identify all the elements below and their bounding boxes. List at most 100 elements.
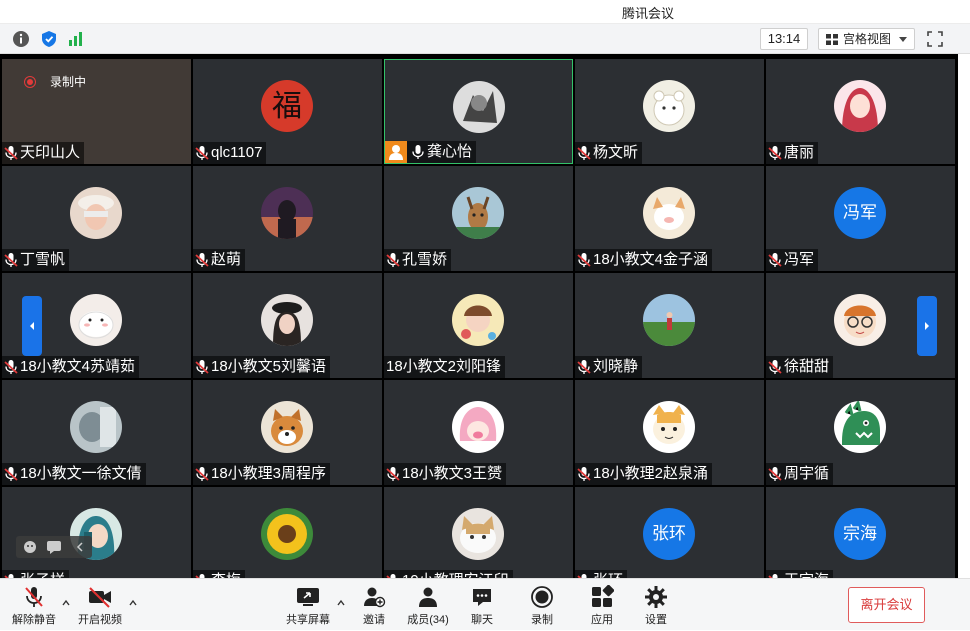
- mic-muted-icon: [4, 467, 18, 481]
- settings-button[interactable]: 设置: [636, 579, 676, 631]
- participant-tile[interactable]: 18小教文5刘馨语: [193, 273, 382, 378]
- unmute-button[interactable]: 解除静音: [8, 579, 60, 631]
- next-page-button[interactable]: [917, 296, 937, 356]
- meeting-info-bar: 13:14 宫格视图: [0, 24, 970, 54]
- avatar: 宗海: [834, 508, 886, 560]
- participant-name-tag: 王宗海: [766, 570, 834, 578]
- emoji-icon: [24, 541, 36, 553]
- participant-tile[interactable]: 冯军 冯军: [766, 166, 955, 271]
- svg-text:福: 福: [272, 89, 302, 124]
- chevron-up-icon[interactable]: [62, 599, 70, 607]
- chevron-up-icon[interactable]: [337, 599, 345, 607]
- participant-tile[interactable]: 录制中天印山人: [2, 59, 191, 164]
- chat-label: 聊天: [471, 614, 493, 626]
- participant-tile[interactable]: 丁雪帆: [2, 166, 191, 271]
- mic-muted-icon: [768, 253, 782, 267]
- chevron-left-icon: [30, 322, 34, 330]
- participant-name-tag: 冯军: [766, 249, 819, 271]
- mic-off-icon: [25, 587, 43, 607]
- participant-name-tag: 张子样: [2, 570, 70, 578]
- participant-tile[interactable]: 刘晓静: [575, 273, 764, 378]
- avatar: 冯军: [834, 187, 886, 239]
- avatar: [452, 508, 504, 560]
- avatar: [70, 401, 122, 453]
- chevron-up-icon[interactable]: [129, 599, 137, 607]
- mic-muted-icon: [195, 146, 209, 160]
- avatar: [261, 401, 313, 453]
- record-label: 录制: [531, 614, 553, 626]
- members-label: 成员(34): [407, 614, 449, 626]
- participant-name: 18小教文5刘馨语: [211, 358, 327, 375]
- leave-meeting-button[interactable]: 离开会议: [848, 587, 925, 623]
- avatar: [643, 187, 695, 239]
- mic-muted-icon: [4, 360, 18, 374]
- record-button[interactable]: 录制: [522, 579, 562, 631]
- chevron-right-icon: [925, 322, 929, 330]
- participant-name-tag: 徐甜甜: [766, 356, 834, 378]
- participant-name-tag: 唐丽: [766, 142, 819, 164]
- participant-tile[interactable]: 19小教理安江印: [384, 487, 573, 578]
- participant-name-tag: 19小教理安江印: [384, 570, 513, 578]
- shield-icon[interactable]: [40, 30, 58, 48]
- mic-muted-icon: [768, 467, 782, 481]
- add-user-icon: [364, 587, 386, 608]
- apps-button[interactable]: 应用: [582, 579, 622, 631]
- mic-muted-icon: [195, 253, 209, 267]
- participant-name: 张子样: [20, 570, 65, 578]
- share-screen-icon: [297, 588, 319, 606]
- avatar: [261, 294, 313, 346]
- apps-label: 应用: [591, 614, 613, 626]
- video-grid: 录制中天印山人 福 qlc1107 龚心怡 杨文昕 唐丽丁雪帆 赵萌 孔雪娇 18小教文4金子涵…: [0, 54, 958, 578]
- participant-tile[interactable]: 18小教文一徐文倩: [2, 380, 191, 485]
- participant-tile[interactable]: 龚心怡: [384, 59, 573, 164]
- participant-tile[interactable]: 赵萌: [193, 166, 382, 271]
- fullscreen-icon[interactable]: [926, 30, 944, 48]
- participant-name: 杨文昕: [593, 144, 639, 161]
- participant-name: 18小教文3王赟: [402, 465, 503, 482]
- participant-tile[interactable]: 福 qlc1107: [193, 59, 382, 164]
- avatar: [453, 81, 505, 133]
- members-button[interactable]: 成员(34): [402, 579, 454, 631]
- participant-name-tag: 天印山人: [2, 142, 85, 164]
- participant-tile[interactable]: 孔雪娇: [384, 166, 573, 271]
- recording-indicator: 录制中: [24, 73, 86, 90]
- participant-tile[interactable]: 18小教理2赵泉涌: [575, 380, 764, 485]
- avatar: [643, 401, 695, 453]
- floating-reaction-bar[interactable]: [16, 536, 92, 558]
- participant-name-tag: 18小教文5刘馨语: [193, 356, 331, 378]
- participant-tile[interactable]: 宗海王宗海: [766, 487, 955, 578]
- share-screen-button[interactable]: 共享屏幕: [282, 579, 334, 631]
- signal-icon[interactable]: [67, 30, 85, 48]
- participant-name-tag: 18小教文一徐文倩: [2, 463, 146, 485]
- participant-tile[interactable]: 18小教理3周程序: [193, 380, 382, 485]
- participant-name-tag: qlc1107: [193, 142, 267, 164]
- participant-tile[interactable]: 18小教文2刘阳锋: [384, 273, 573, 378]
- invite-button[interactable]: 邀请: [352, 579, 396, 631]
- mic-muted-icon: [768, 360, 782, 374]
- mic-muted-icon: [195, 467, 209, 481]
- view-mode-label: 宫格视图: [843, 32, 892, 46]
- mic-muted-icon: [577, 360, 591, 374]
- participant-tile[interactable]: 张环张环: [575, 487, 764, 578]
- participant-tile[interactable]: 杨文昕: [575, 59, 764, 164]
- avatar: [70, 187, 122, 239]
- participant-tile[interactable]: 张子样: [2, 487, 191, 578]
- avatar: [452, 294, 504, 346]
- participant-tile[interactable]: 李梅: [193, 487, 382, 578]
- start-video-button[interactable]: 开启视频: [74, 579, 126, 631]
- avatar: [261, 508, 313, 560]
- participant-tile[interactable]: 周宇循: [766, 380, 955, 485]
- info-icon[interactable]: [12, 30, 30, 48]
- mic-muted-icon: [386, 253, 400, 267]
- prev-page-button[interactable]: [22, 296, 42, 356]
- participant-name: 19小教理安江印: [402, 570, 509, 578]
- participant-tile[interactable]: 唐丽: [766, 59, 955, 164]
- avatar: [70, 294, 122, 346]
- view-mode-dropdown[interactable]: 宫格视图: [818, 28, 915, 50]
- avatar: [643, 80, 695, 132]
- participant-tile[interactable]: 18小教文4金子涵: [575, 166, 764, 271]
- chat-button[interactable]: 聊天: [462, 579, 502, 631]
- participant-name-tag: 丁雪帆: [2, 249, 70, 271]
- participant-tile[interactable]: 18小教文3王赟: [384, 380, 573, 485]
- participant-name: qlc1107: [211, 144, 263, 161]
